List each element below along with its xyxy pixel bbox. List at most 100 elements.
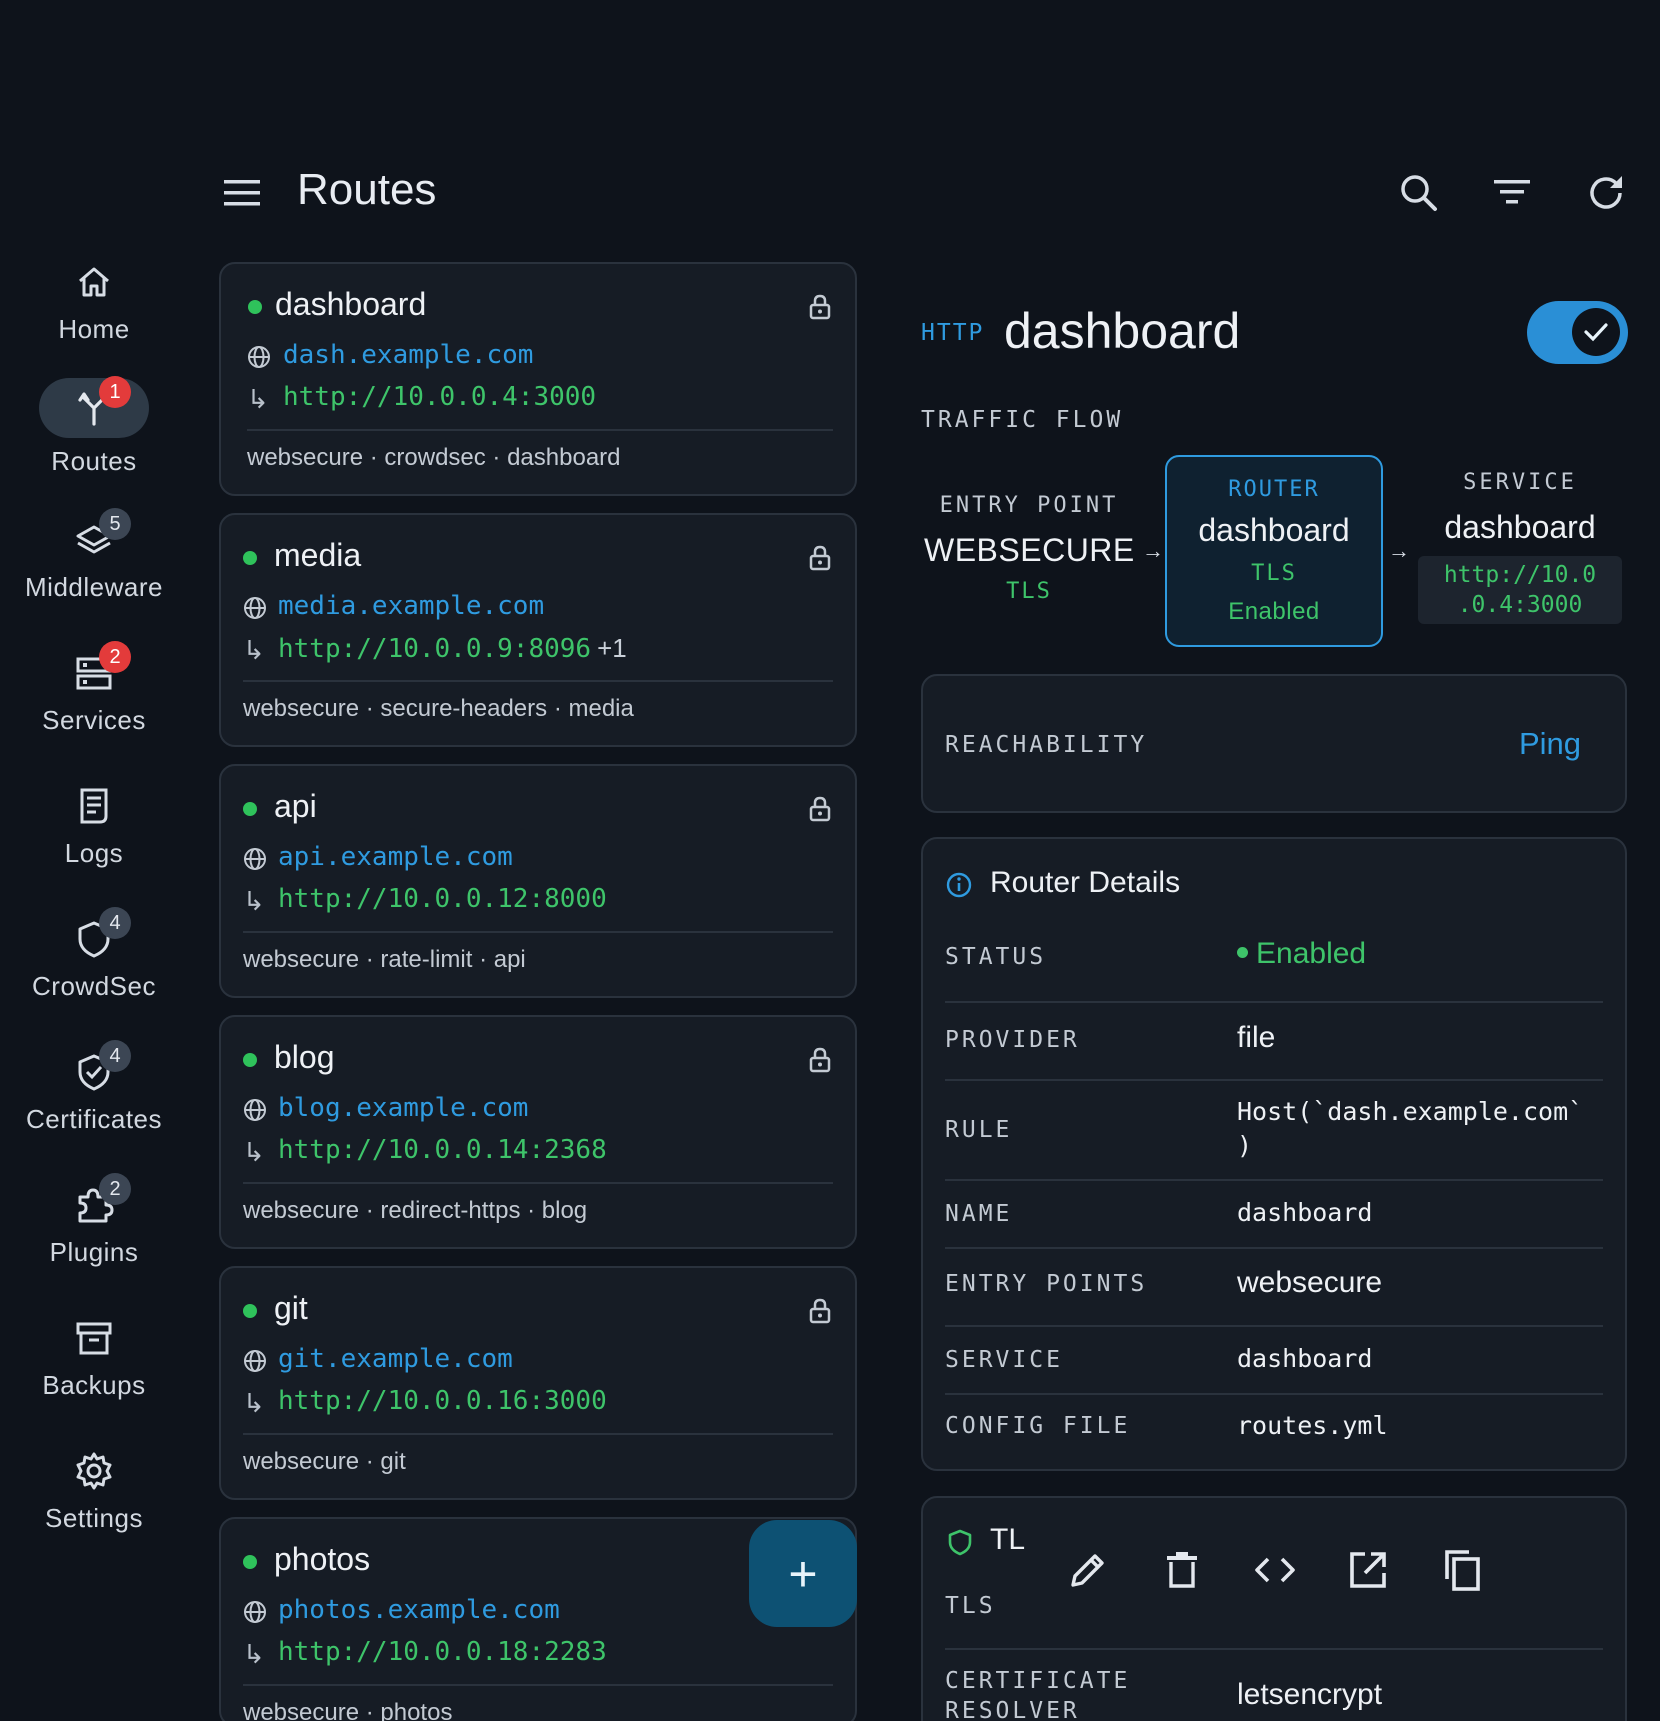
code-button[interactable] [1245,1540,1305,1600]
status-dot [243,1304,257,1318]
rail-item-middleware[interactable]: 5 Middleware [0,508,188,603]
divider [945,1648,1603,1650]
add-route-button[interactable]: + [749,1520,857,1627]
route-target-url: http://10.0.0.14:2368 [278,1135,607,1165]
divider [243,931,833,933]
copy-button[interactable] [1432,1540,1492,1600]
lock-icon [809,796,831,822]
search-button[interactable] [1396,170,1442,216]
status-dot [1237,946,1248,958]
open-external-button[interactable] [1338,1540,1398,1600]
certificates-badge: 4 [99,1040,131,1072]
rail-item-plugins[interactable]: 2 Plugins [0,1173,188,1268]
plus-icon: + [788,1545,818,1602]
divider [243,1433,833,1435]
route-target: http://10.0.0.16:3000 [278,1386,607,1416]
rail-label-crowdsec: CrowdSec [32,971,156,1001]
info-icon [946,872,972,898]
rail-item-settings[interactable]: Settings [0,1441,188,1534]
delete-button[interactable] [1152,1540,1212,1600]
globe-icon [244,597,266,619]
provider-label: PROVIDER [945,1027,1080,1053]
route-target-url: http://10.0.0.9:8096 [278,634,592,664]
cert-resolver-label: CERTIFICATE RESOLVER [945,1666,1130,1721]
service-value: dashboard [1444,509,1596,545]
ping-button[interactable]: Ping [1519,726,1581,762]
globe-icon [244,848,266,870]
provider-value: file [1237,1021,1276,1054]
service-url-line2: .0.4:3000 [1457,592,1583,618]
entry-points-label: ENTRY POINTS [945,1271,1148,1297]
divider [243,680,833,682]
route-target-extra: +1 [597,633,627,663]
route-card-media[interactable]: media media.example.com ↳ http://10.0.0.… [219,513,857,747]
route-card-api[interactable]: api api.example.com ↳ http://10.0.0.12:8… [219,764,857,998]
router-value: dashboard [1198,512,1350,548]
route-middlewares: websecure · git [243,1448,406,1475]
entry-point-tls: TLS [1006,579,1052,604]
menu-button[interactable] [222,176,262,210]
rail-item-home[interactable]: Home [0,252,188,345]
route-host[interactable]: media.example.com [278,591,544,621]
search-icon [1401,175,1437,211]
route-host[interactable]: photos.example.com [278,1595,560,1625]
edit-button[interactable] [1058,1540,1118,1600]
entry-points-value: websecure [1237,1266,1383,1299]
rail-label-home: Home [58,314,130,344]
route-card-git[interactable]: git git.example.com ↳ http://10.0.0.16:3… [219,1266,857,1500]
route-card-dashboard[interactable]: dashboard dash.example.com ↳ http://10.0… [219,262,857,496]
forward-arrow-icon: ↳ [243,1639,265,1669]
rule-value: Host(`dash.example.com` ) [1237,1095,1583,1163]
router-details-panel: Router Details STATUS Enabled PROVIDER f… [921,837,1627,1471]
rail-item-routes[interactable]: 1 Routes [0,376,188,477]
filter-button[interactable] [1490,172,1534,212]
cert-resolver-label-1: CERTIFICATE [945,1668,1131,1694]
route-target-url: http://10.0.0.18:2283 [278,1637,607,1667]
rail-label-routes: Routes [51,446,137,476]
route-name: blog [274,1039,335,1075]
lock-icon [809,1298,831,1324]
shield-icon [948,1529,972,1556]
route-host[interactable]: blog.example.com [278,1093,528,1123]
routes-badge: 1 [99,376,131,408]
route-middlewares: websecure · redirect-https · blog [243,1197,588,1224]
rail-item-logs[interactable]: Logs [0,776,188,869]
route-middlewares: websecure · secure-headers · media [243,695,634,722]
rail-label-plugins: Plugins [49,1237,139,1267]
reachability-label: REACHABILITY [945,732,1148,758]
name-label: NAME [945,1201,1013,1227]
protocol-badge: HTTP [921,320,985,346]
enabled-toggle[interactable] [1527,301,1628,364]
route-middlewares: websecure · crowdsec · dashboard [247,444,621,471]
status-dot [248,300,262,314]
traffic-flow-label: TRAFFIC FLOW [921,407,1124,433]
route-host[interactable]: dash.example.com [283,340,533,370]
delete-icon [1167,1552,1197,1588]
rail-item-services[interactable]: 2 Services [0,641,188,736]
divider [243,1684,833,1686]
route-card-blog[interactable]: blog blog.example.com ↳ http://10.0.0.14… [219,1015,857,1249]
code-icon [1255,1557,1295,1583]
route-target: http://10.0.0.18:2283 [278,1637,607,1667]
route-host[interactable]: api.example.com [278,842,513,872]
lock-icon [809,1047,831,1073]
route-target: http://10.0.0.4:3000 [283,382,596,412]
forward-arrow-icon: ↳ [243,635,265,665]
rail-item-certificates[interactable]: 4 Certificates [0,1040,188,1135]
status-dot [243,802,257,816]
rail-item-backups[interactable]: Backups [0,1308,188,1401]
router-tls-state: Enabled [1228,598,1320,625]
detail-row-name: NAME dashboard [945,1181,1603,1249]
refresh-icon [1590,176,1622,209]
rail-item-crowdsec[interactable]: 4 CrowdSec [0,907,188,1002]
refresh-button[interactable] [1584,170,1630,216]
gear-icon [76,1452,112,1490]
rail-label-certificates: Certificates [25,1104,163,1134]
detail-row-status: STATUS Enabled [945,927,1603,1003]
route-host[interactable]: git.example.com [278,1344,513,1374]
reachability-panel: REACHABILITY Ping [921,674,1627,813]
flow-router[interactable]: ROUTER dashboard TLS Enabled [1165,455,1383,647]
globe-icon [244,1099,266,1121]
route-middlewares: websecure · photos [243,1699,453,1721]
rail-label-services: Services [42,705,146,735]
